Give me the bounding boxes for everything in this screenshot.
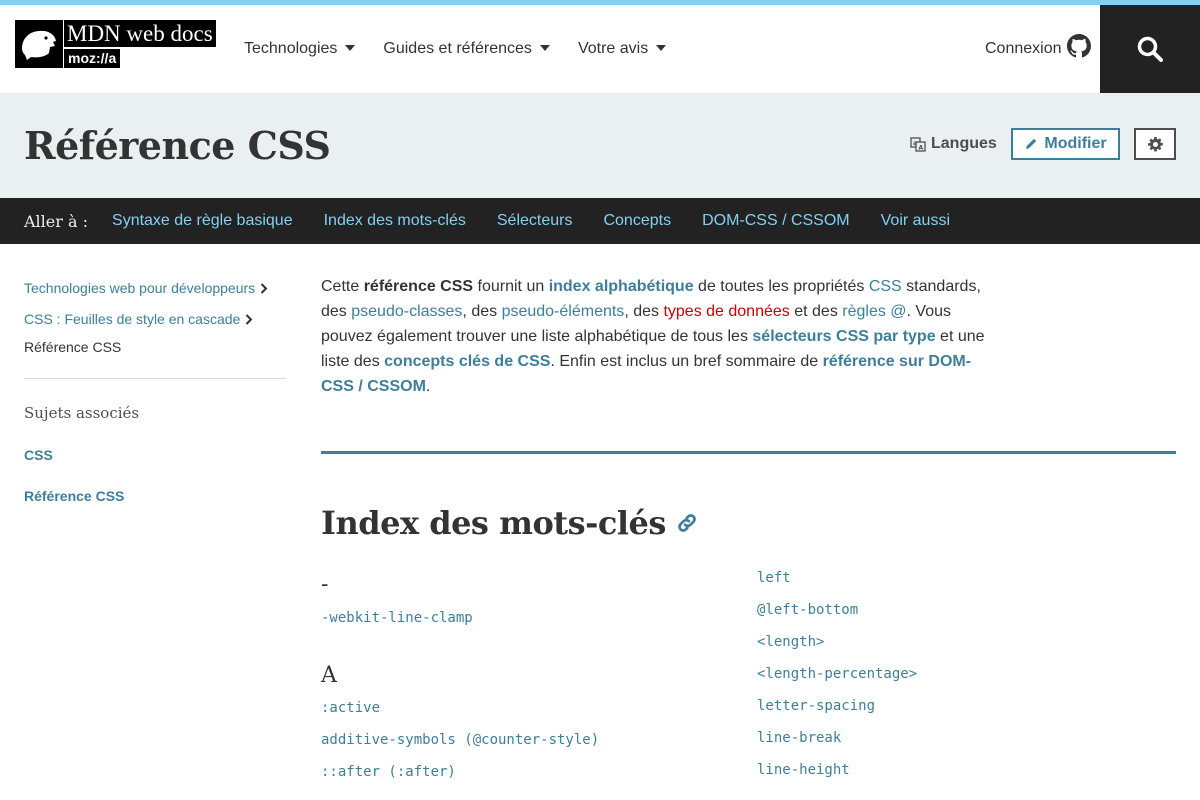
breadcrumb-label: CSS : Feuilles de style en cascade [24, 311, 241, 327]
svg-text:A: A [919, 145, 924, 152]
breadcrumb-item[interactable]: Technologies web pour développeurs [24, 280, 268, 296]
link-at-rules[interactable]: règles @ [842, 303, 906, 320]
link-css[interactable]: CSS [869, 278, 902, 295]
keyword-link[interactable]: left [757, 570, 791, 586]
keyword-link[interactable]: additive-symbols (@counter-style) [321, 732, 599, 748]
site-header: MDN web docs moz://a Technologies Guides… [0, 5, 1200, 93]
title-bar: Référence CSS a A Langues Modifier [0, 93, 1200, 198]
breadcrumb-current: Référence CSS [24, 339, 122, 355]
svg-text:a: a [913, 140, 917, 147]
main-nav: Technologies Guides et références Votre … [244, 5, 694, 93]
jump-label: Aller à : [24, 211, 89, 231]
jump-link-see-also[interactable]: Voir aussi [881, 212, 950, 230]
keyword-link[interactable]: line-break [757, 730, 841, 746]
related-topics-title: Sujets associés [24, 404, 140, 422]
languages-button[interactable]: a A Langues [910, 135, 997, 153]
section-divider [321, 451, 1176, 454]
nav-label: Guides et références [383, 40, 532, 57]
nav-label: Votre avis [577, 40, 649, 57]
index-letter-a: A [321, 663, 337, 688]
jump-link-keyword-index[interactable]: Index des mots-clés [324, 212, 466, 230]
search-button[interactable] [1100, 5, 1200, 93]
chevron-right-icon [246, 313, 253, 325]
dino-icon [15, 20, 63, 68]
jump-link-selectors[interactable]: Sélecteurs [497, 212, 573, 230]
sidebar-link-css-reference[interactable]: Référence CSS [24, 488, 124, 504]
caret-down-icon [539, 45, 550, 51]
login-label: Connexion [985, 40, 1062, 57]
link-selectors-by-type[interactable]: sélecteurs CSS par type [752, 328, 935, 345]
keyword-link[interactable]: -webkit-line-clamp [321, 610, 473, 626]
nav-label: Technologies [244, 40, 338, 57]
keyword-link[interactable]: ::after (:after) [321, 764, 456, 780]
jump-bar: Aller à : Syntaxe de règle basique Index… [0, 198, 1200, 244]
translate-icon: a A [910, 137, 926, 152]
jump-link-syntax[interactable]: Syntaxe de règle basique [112, 212, 293, 230]
keyword-link[interactable]: <length> [757, 634, 824, 650]
search-icon [1137, 36, 1163, 62]
gear-icon [1147, 136, 1163, 152]
edit-button[interactable]: Modifier [1011, 128, 1120, 160]
github-icon [1066, 34, 1091, 58]
keyword-link[interactable]: <length-percentage> [757, 666, 917, 682]
mdn-logo[interactable]: MDN web docs moz://a [15, 20, 216, 68]
nav-technologies[interactable]: Technologies [244, 40, 356, 58]
keyword-link[interactable]: line-height [757, 762, 850, 778]
jump-link-concepts[interactable]: Concepts [603, 212, 671, 230]
keyword-link[interactable]: @left-bottom [757, 602, 858, 618]
intro-paragraph: Cette référence CSS fournit un index alp… [321, 278, 985, 395]
sidebar-link-css[interactable]: CSS [24, 447, 53, 463]
link-pseudo-elements[interactable]: pseudo-éléments [502, 303, 625, 320]
settings-button[interactable] [1134, 128, 1176, 160]
nav-feedback[interactable]: Votre avis [577, 40, 667, 58]
keyword-link[interactable]: letter-spacing [757, 698, 875, 714]
pencil-icon [1026, 138, 1037, 149]
link-icon[interactable] [676, 512, 698, 534]
keyword-index-heading: Index des mots-clés [321, 504, 698, 542]
keyword-link[interactable]: :active [321, 700, 380, 716]
logo-wordmark: MDN web docs [64, 20, 216, 47]
languages-label: Langues [931, 135, 997, 152]
breadcrumb-label: Technologies web pour développeurs [24, 280, 256, 296]
mozilla-wordmark: moz://a [64, 49, 121, 68]
link-data-types[interactable]: types de données [663, 303, 789, 320]
chevron-right-icon [260, 282, 268, 294]
breadcrumb-item[interactable]: CSS : Feuilles de style en cascade [24, 311, 253, 327]
index-letter-dash: - [321, 572, 329, 597]
nav-guides[interactable]: Guides et références [383, 40, 550, 58]
link-alphabetical-index[interactable]: index alphabétique [549, 278, 694, 295]
sidebar-divider [24, 378, 286, 379]
link-pseudo-classes[interactable]: pseudo-classes [351, 303, 462, 320]
keyword-index-title: Index des mots-clés [321, 504, 666, 542]
login-link[interactable]: Connexion [985, 5, 1091, 93]
edit-label: Modifier [1044, 135, 1107, 152]
page-title: Référence CSS [24, 123, 331, 168]
jump-link-dom-css[interactable]: DOM-CSS / CSSOM [702, 212, 850, 230]
caret-down-icon [656, 45, 667, 51]
caret-down-icon [345, 45, 356, 51]
link-key-concepts[interactable]: concepts clés de CSS [384, 353, 550, 370]
